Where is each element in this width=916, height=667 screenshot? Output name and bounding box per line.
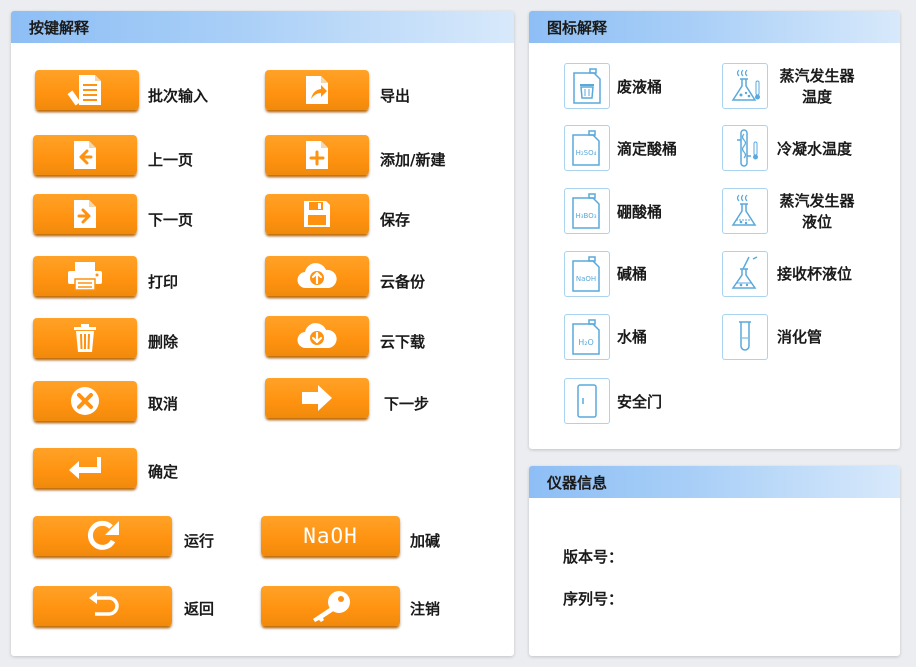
floppy-disk-icon (304, 201, 330, 227)
delete-button[interactable] (33, 318, 137, 358)
alkali-bucket-icon: NaOH (564, 251, 610, 297)
export-label: 导出 (380, 87, 411, 105)
version-number-label: 版本号： (563, 548, 624, 566)
back-label: 返回 (184, 600, 215, 618)
add-document-icon (306, 141, 328, 169)
cancel-label: 取消 (148, 395, 179, 413)
steam-generator-level-icon (722, 188, 768, 234)
confirm-label: 确定 (148, 463, 179, 481)
next-page-button[interactable] (33, 194, 137, 234)
cloud-download-icon (297, 323, 337, 349)
save-button[interactable] (265, 194, 369, 234)
icons-explanation-panel: 图标解释 废液桶 H₂SO₄ 滴定酸桶 H₃BO₃ 硼酸桶 NaOH 碱桶 H₂… (529, 11, 900, 449)
undo-icon (88, 592, 119, 616)
prev-page-button[interactable] (33, 135, 137, 175)
delete-label: 删除 (148, 333, 179, 351)
digestion-tube-icon (722, 314, 768, 360)
steam-generator-temp-icon (722, 63, 768, 109)
steam-generator-level-label: 蒸汽发生器 液位 (779, 192, 855, 231)
icons-panel-title: 图标解释 (529, 11, 900, 43)
info-panel-title: 仪器信息 (529, 466, 900, 498)
print-label: 打印 (148, 273, 179, 291)
export-button[interactable] (265, 70, 369, 110)
water-bucket-icon: H₂O (564, 314, 610, 360)
add-naoh-label: 加碱 (410, 532, 441, 550)
batch-input-button[interactable] (35, 70, 139, 110)
key-icon (312, 591, 350, 622)
export-icon (306, 76, 328, 104)
boric-acid-bucket-label: 硼酸桶 (617, 203, 663, 221)
alkali-bucket-label: 碱桶 (617, 265, 648, 283)
receiver-cup-level-icon (722, 251, 768, 297)
arrow-right-icon (302, 385, 332, 411)
cloud-download-button[interactable] (265, 316, 369, 356)
water-bucket-label: 水桶 (617, 328, 648, 346)
logout-label: 注销 (410, 600, 441, 618)
cloud-download-label: 云下载 (380, 333, 426, 351)
add-new-button[interactable] (265, 135, 369, 175)
svg-text:H₃BO₃: H₃BO₃ (575, 212, 596, 220)
refresh-icon (87, 520, 119, 550)
save-label: 保存 (380, 211, 411, 229)
receiver-cup-level-label: 接收杯液位 (777, 265, 853, 283)
prev-page-label: 上一页 (148, 151, 194, 169)
batch-input-label: 批次输入 (148, 87, 209, 105)
condenser-temp-icon (722, 125, 768, 171)
cloud-upload-icon (297, 263, 337, 289)
next-page-icon (74, 200, 96, 228)
safety-door-label: 安全门 (617, 393, 663, 411)
digestion-tube-label: 消化管 (777, 328, 823, 346)
close-circle-icon (71, 387, 99, 415)
cloud-backup-label: 云备份 (380, 273, 426, 291)
confirm-button[interactable] (33, 448, 137, 488)
print-button[interactable] (33, 256, 137, 296)
prev-page-icon (74, 141, 96, 169)
back-button[interactable] (33, 586, 172, 626)
waste-bucket-label: 废液桶 (617, 78, 663, 96)
cancel-button[interactable] (33, 381, 137, 421)
next-page-label: 下一页 (148, 211, 194, 229)
run-button[interactable] (33, 516, 172, 556)
next-step-label: 下一步 (384, 395, 430, 413)
add-naoh-button[interactable]: NaOH (261, 516, 400, 556)
steam-generator-temp-label: 蒸汽发生器 温度 (779, 67, 855, 106)
add-new-label: 添加/新建 (380, 151, 446, 169)
waste-bucket-icon (564, 63, 610, 109)
next-step-button[interactable] (265, 378, 369, 418)
safety-door-icon (564, 378, 610, 424)
boric-acid-bucket-icon: H₃BO₃ (564, 188, 610, 234)
cloud-backup-button[interactable] (265, 256, 369, 296)
condenser-temp-label: 冷凝水温度 (777, 140, 853, 158)
svg-text:NaOH: NaOH (576, 275, 596, 283)
titrant-acid-bucket-label: 滴定酸桶 (617, 140, 678, 158)
svg-text:H₂O: H₂O (578, 338, 594, 347)
logout-button[interactable] (261, 586, 400, 626)
trash-icon (74, 324, 96, 352)
run-label: 运行 (184, 532, 215, 550)
titrant-acid-bucket-icon: H₂SO₄ (564, 125, 610, 171)
enter-icon (69, 457, 101, 479)
instrument-info-panel: 仪器信息 版本号： 序列号： (529, 466, 900, 656)
keys-explanation-panel: 按键解释 批次输入 导出 上一页 添加/新建 下一页 保存 打印 云备份 删除 … (11, 11, 514, 656)
serial-number-label: 序列号： (563, 590, 624, 608)
batch-document-icon (67, 75, 101, 106)
printer-icon (68, 262, 102, 291)
svg-text:H₂SO₄: H₂SO₄ (576, 149, 597, 157)
naoh-button-text: NaOH (303, 524, 358, 548)
keys-panel-title: 按键解释 (11, 11, 514, 43)
